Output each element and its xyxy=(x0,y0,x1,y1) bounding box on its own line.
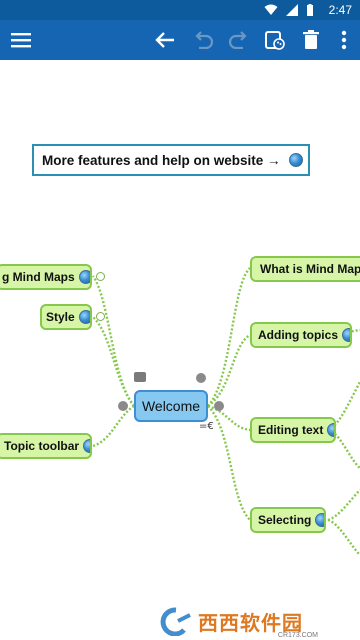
topic-label: Selecting xyxy=(258,513,312,527)
info-box-text: More features and help on website → xyxy=(42,152,281,168)
globe-icon xyxy=(83,439,90,453)
back-arrow-icon[interactable] xyxy=(153,28,177,52)
watermark-url: CR173.COM xyxy=(277,632,318,639)
topic-label: Style xyxy=(46,310,75,324)
topic-left-1[interactable]: g Mind Maps xyxy=(0,264,92,290)
app-toolbar xyxy=(0,20,360,60)
signal-icon xyxy=(286,4,298,16)
topic-what-is-mind-mapping[interactable]: What is Mind Mapp xyxy=(250,256,360,282)
central-topic-label: Welcome xyxy=(141,398,201,414)
collapse-right-icon[interactable] xyxy=(214,401,224,411)
redo-icon[interactable] xyxy=(227,28,251,52)
topic-adding-topics[interactable]: Adding topics xyxy=(250,322,352,348)
expand-circle-icon[interactable] xyxy=(96,312,105,321)
more-vert-icon[interactable] xyxy=(332,28,356,52)
globe-icon xyxy=(342,328,350,342)
watermark: 西西软件园 CR173.COM xyxy=(158,604,354,639)
topic-editing-text[interactable]: Editing text xyxy=(250,417,336,443)
battery-icon xyxy=(307,4,313,16)
topic-label: Adding topics xyxy=(258,328,338,342)
globe-icon xyxy=(327,423,334,437)
expand-circle-icon[interactable] xyxy=(96,272,105,281)
mind-map-canvas[interactable]: More features and help on website → g Mi… xyxy=(0,60,360,640)
topic-selecting[interactable]: Selecting xyxy=(250,507,326,533)
status-icons xyxy=(264,4,314,16)
topic-label: g Mind Maps xyxy=(2,270,75,284)
topic-label: Editing text xyxy=(258,423,324,437)
undo-icon[interactable] xyxy=(191,28,215,52)
globe-icon xyxy=(78,310,90,324)
topic-toolbar[interactable]: Topic toolbar xyxy=(0,433,92,459)
link-icon[interactable]: =€ xyxy=(199,421,214,432)
menu-icon[interactable] xyxy=(9,28,33,52)
website-info-box[interactable]: More features and help on website → xyxy=(32,144,310,176)
trash-icon[interactable] xyxy=(299,28,323,52)
globe-icon xyxy=(288,153,303,167)
central-topic[interactable]: Welcome xyxy=(134,390,208,422)
status-time: 2:47 xyxy=(328,3,352,17)
collapse-left-icon[interactable] xyxy=(118,401,128,411)
status-bar: 2:47 xyxy=(0,0,360,20)
wifi-icon xyxy=(264,4,278,15)
topic-marker-icon[interactable] xyxy=(196,373,206,383)
globe-icon xyxy=(315,513,324,527)
topic-style[interactable]: Style xyxy=(40,304,92,330)
notes-icon[interactable] xyxy=(134,372,146,382)
globe-icon xyxy=(78,270,90,284)
watermark-logo xyxy=(160,607,191,636)
style-palette-icon[interactable] xyxy=(263,28,287,52)
topic-label: Topic toolbar xyxy=(4,439,80,453)
topic-label: What is Mind Mapp xyxy=(260,262,360,276)
